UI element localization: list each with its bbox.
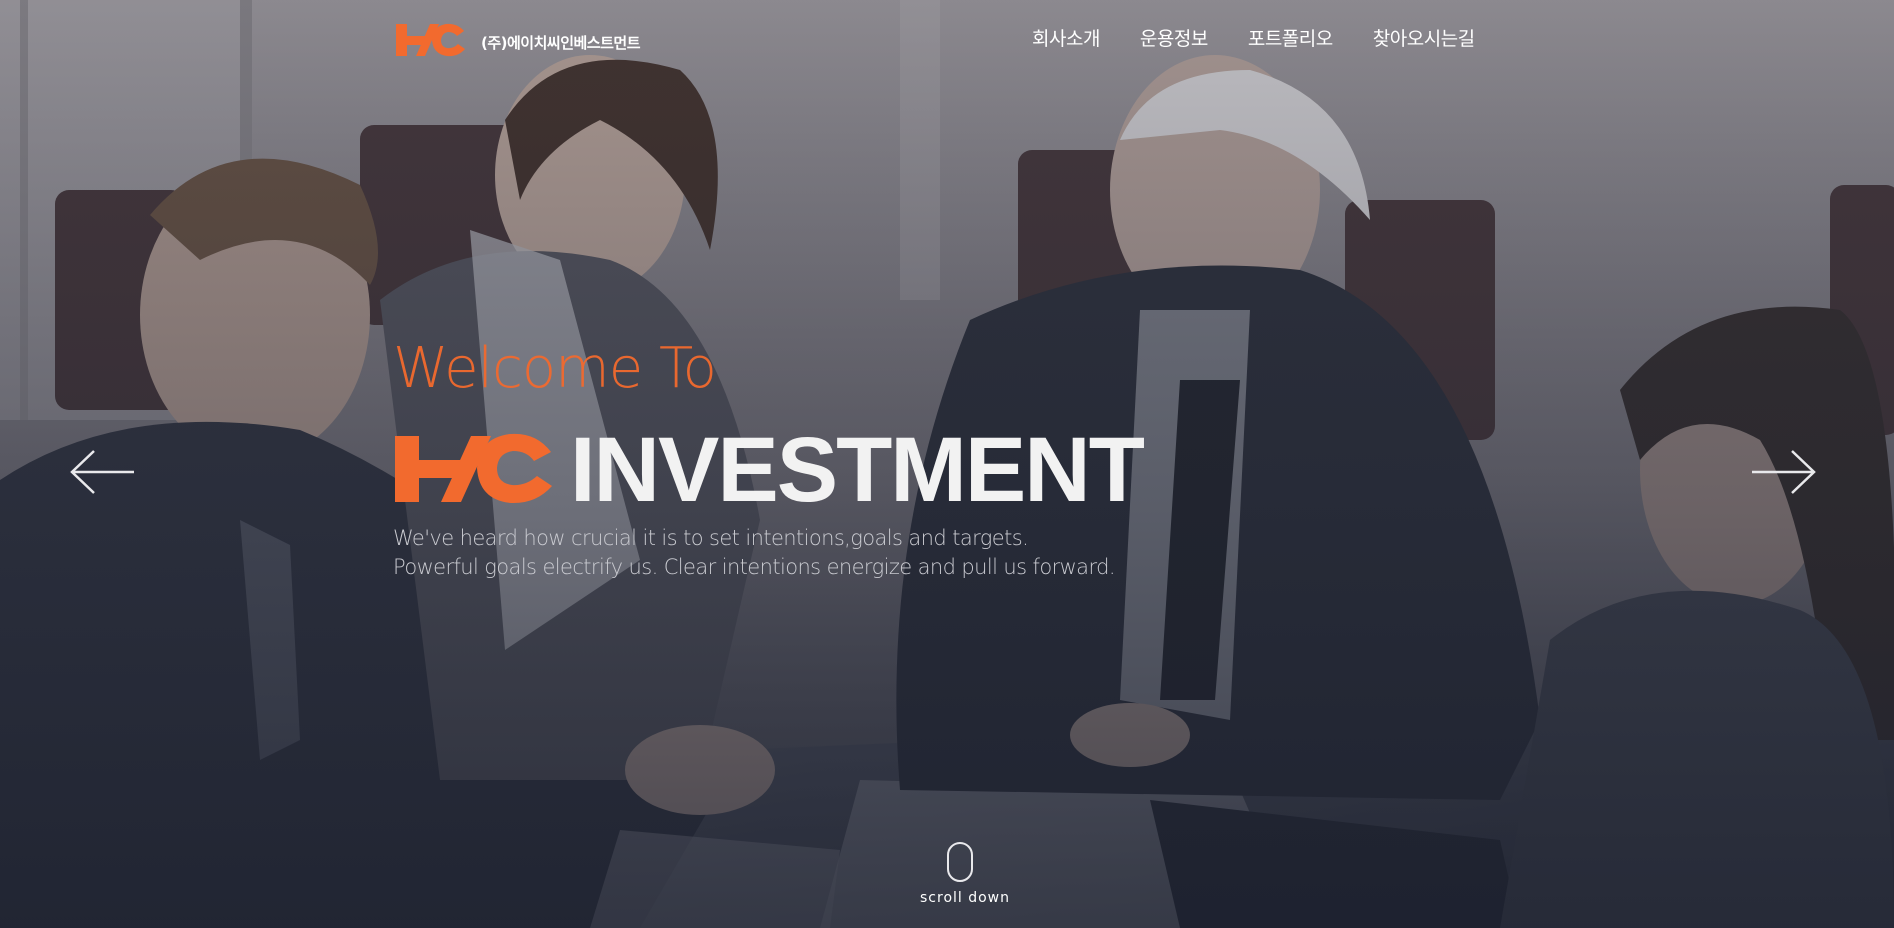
arrow-left-icon[interactable]: [68, 448, 138, 496]
site-header: (주)에이치씨인베스트먼트 회사소개 운용정보 포트폴리오 찾아오시는길: [0, 0, 1894, 80]
hero-description: We've heard how crucial it is to set int…: [393, 524, 1116, 582]
brand-logo-link[interactable]: (주)에이치씨인베스트먼트: [395, 20, 641, 60]
main-nav: 회사소개 운용정보 포트폴리오 찾아오시는길: [1032, 24, 1475, 51]
hc-logo-icon-large: [395, 433, 552, 504]
nav-item-management[interactable]: 운용정보: [1140, 24, 1208, 51]
scroll-down-label: scroll down: [920, 890, 1011, 906]
arrow-right-icon[interactable]: [1748, 448, 1818, 496]
welcome-heading: Welcome To: [393, 336, 717, 401]
nav-item-portfolio[interactable]: 포트폴리오: [1248, 24, 1333, 51]
hero-description-line-1: We've heard how crucial it is to set int…: [393, 526, 1029, 550]
hero-slider: (주)에이치씨인베스트먼트 회사소개 운용정보 포트폴리오 찾아오시는길 Wel…: [0, 0, 1894, 928]
company-name: (주)에이치씨인베스트먼트: [481, 33, 641, 52]
nav-item-company[interactable]: 회사소개: [1032, 24, 1100, 51]
scroll-down-button[interactable]: scroll down: [920, 842, 1011, 906]
mouse-icon: [947, 842, 973, 882]
hero-description-line-2: Powerful goals electrify us. Clear inten…: [393, 555, 1116, 579]
nav-item-location[interactable]: 찾아오시는길: [1373, 24, 1475, 51]
hc-logo-icon: [396, 23, 465, 57]
hero-title: INVESTMENT: [570, 419, 1145, 521]
